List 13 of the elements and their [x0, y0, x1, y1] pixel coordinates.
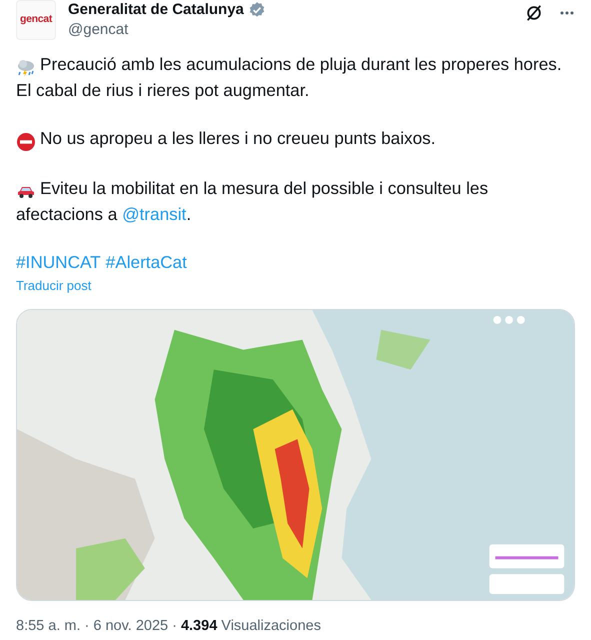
post-metadata: 8:55 a. m. · 6 nov. 2025 · 4.394 Visualizaciones	[16, 617, 322, 636]
tweet-text: No us apropeu a les lleres i no creueu punts baixos.	[16, 126, 436, 152]
author-handle[interactable]: @gencat	[68, 20, 517, 40]
translate-link[interactable]: Traducir post	[16, 277, 92, 295]
tweet-link[interactable]: #AlertaCat	[106, 250, 187, 274]
author-name[interactable]: Generalitat de Catalunya	[68, 0, 244, 20]
tweet-link[interactable]: #INUNCAT	[16, 250, 101, 274]
tweet-link[interactable]: @transit	[122, 204, 186, 224]
tweet-text: Precaució amb les acumulacions de pluja durant les properes hores. El cabal de rius i rieres pot augmentar.	[16, 53, 562, 102]
no-entry-icon	[16, 132, 36, 152]
storm-cloud-icon	[16, 58, 36, 78]
tweet-text: Eviteu la mobilitat en la mesura del possible i consulteu les afectacions a @transit.	[16, 177, 490, 226]
avatar[interactable]: gencat	[16, 0, 56, 40]
